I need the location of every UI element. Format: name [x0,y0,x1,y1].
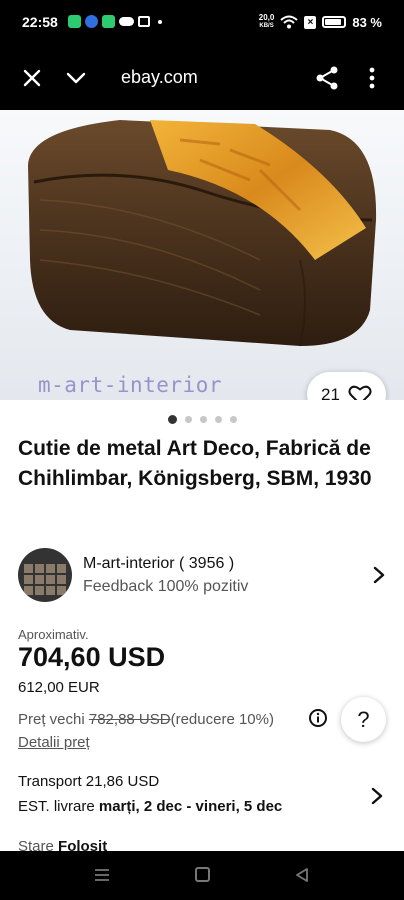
watch-count: 21 [321,384,340,401]
shipping-cost: Transport 21,86 USD [18,773,160,790]
system-indicators: 20,0 KB/S × 83 % [259,14,382,30]
delivery-dates: marți, 2 dec - vineri, 5 dec [98,798,283,815]
notification-icons [68,15,162,28]
listing-title: Cutie de metal Art Deco, Fabrică de Chih… [18,437,372,490]
cloud-icon [119,17,134,26]
price-details-link[interactable]: Detalii preț [18,734,90,751]
listing-page: m-art-interior 21 Cutie de metal Art Dec… [0,110,404,851]
home-icon[interactable] [195,867,210,882]
shield-icon [102,15,115,28]
heart-icon [348,385,372,400]
pager-dot[interactable] [229,416,237,423]
delivery-estimate: EST. livrare marți, 2 dec - vineri, 5 de… [18,798,283,815]
seller-name: M-art-interior ( 3956 ) [83,555,235,572]
condition-value: Folosit [58,838,108,851]
browser-toolbar: ebay.com [0,44,404,110]
status-bar: 22:58 20,0 KB/S × 83 % [0,0,404,44]
seller-feedback: Feedback 100% pozitiv [83,578,249,595]
watch-button[interactable]: 21 [307,372,386,400]
amber-box-illustration [0,110,404,400]
price-eur: 612,00 EUR [18,679,100,696]
image-watermark: m-art-interior [38,373,223,397]
chevron-down-icon[interactable] [64,66,88,90]
network-speed: 20,0 KB/S [258,13,275,30]
avatar [18,548,72,602]
info-icon[interactable] [308,708,328,728]
chevron-right-icon[interactable] [370,786,384,806]
wifi-icon [280,15,299,29]
share-icon[interactable] [315,65,339,91]
shield-icon [68,15,81,28]
pager-dot[interactable] [184,416,192,423]
old-price-label: Preț vechi [18,711,85,728]
status-time: 22:58 [22,14,58,30]
discount: (reducere 10%) [170,711,274,728]
product-image[interactable]: m-art-interior 21 [0,110,404,400]
old-price: 782,88 USD [88,711,171,728]
battery-icon [322,16,347,28]
more-options-icon[interactable] [362,65,382,91]
image-pager [0,415,404,424]
pager-dot[interactable] [214,416,222,423]
close-icon[interactable] [20,66,44,90]
battery-percent: 83 % [352,14,382,30]
more-notifications-icon [158,19,162,24]
price-usd: 704,60 USD [18,642,166,672]
window-icon [138,16,150,27]
url-display[interactable]: ebay.com [121,67,198,88]
help-button[interactable]: ? [341,697,386,742]
back-icon[interactable] [295,867,309,883]
avatar-logo [24,564,66,595]
pager-dot[interactable] [199,416,207,423]
bluetooth-icon [85,15,98,28]
approx-label: Aproximativ. [18,627,89,642]
chevron-right-icon [373,566,385,584]
item-condition: Stare Folosit [18,838,107,851]
pager-dot[interactable] [167,415,177,424]
no-sim-icon: × [304,15,317,29]
recent-apps-icon[interactable] [94,868,110,882]
system-nav-bar [0,851,404,900]
old-price-row: Preț vechi 782,88 USD(reducere 10%) [18,711,274,728]
seller-card[interactable]: M-art-interior ( 3956 ) Feedback 100% po… [18,548,388,604]
